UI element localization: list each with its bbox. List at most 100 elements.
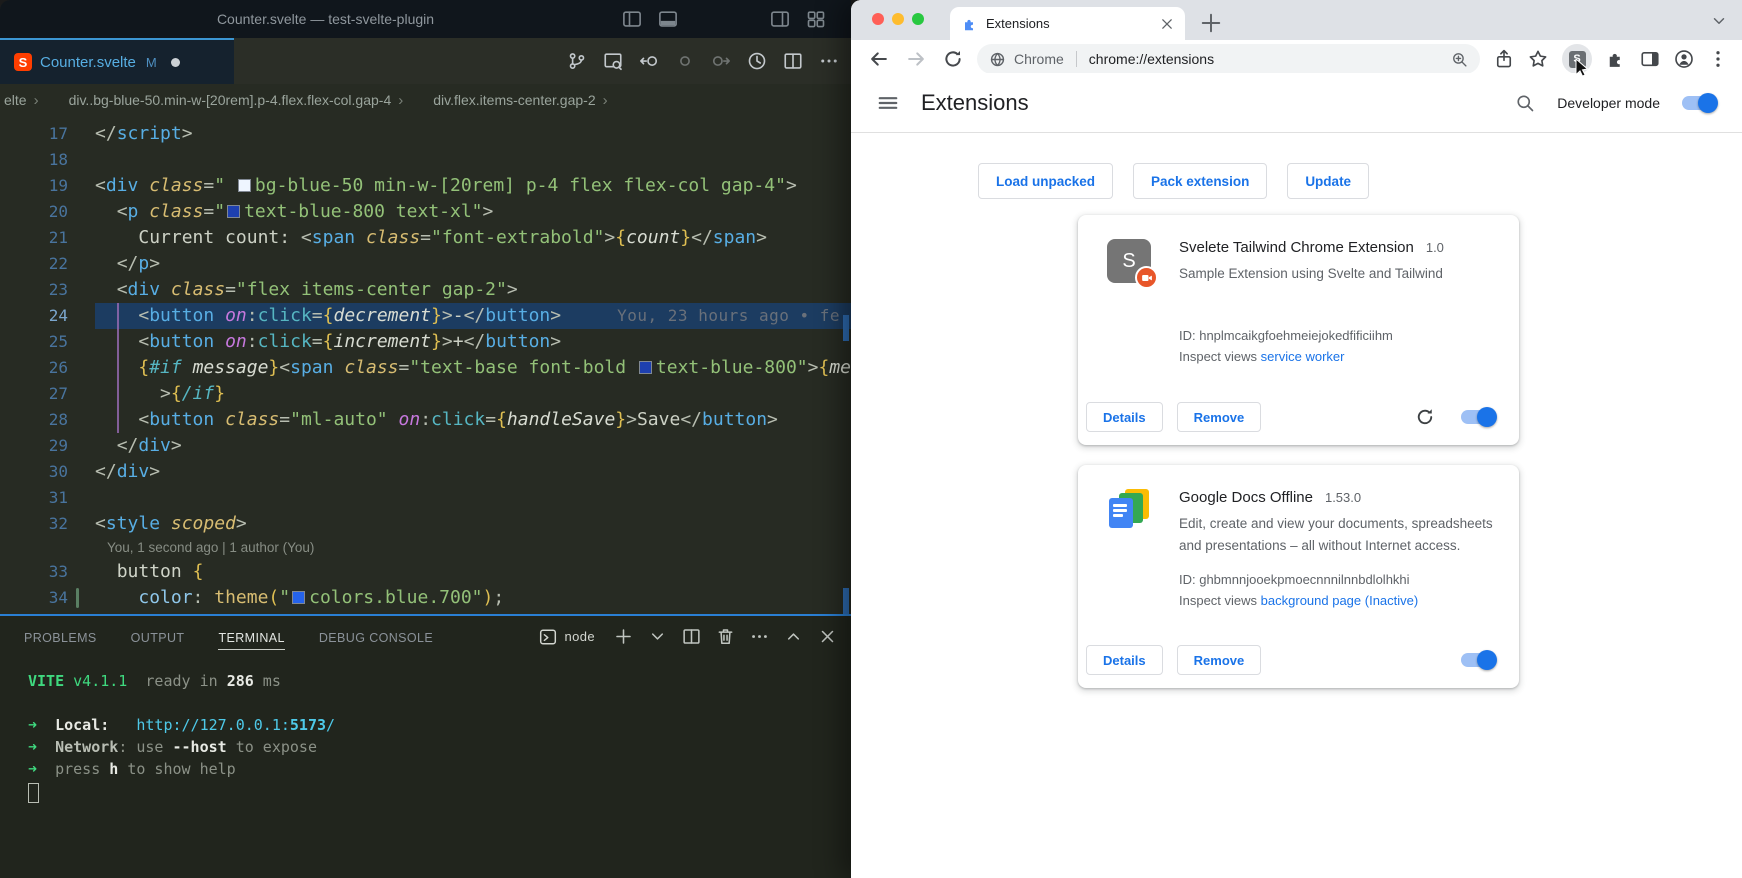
search-icon[interactable]: [1515, 93, 1535, 113]
bookmark-star-icon[interactable]: [1528, 49, 1548, 69]
extension-enabled-toggle[interactable]: [1461, 410, 1495, 424]
maximize-window-button[interactable]: [912, 13, 924, 25]
vscode-titlebar[interactable]: Counter.svelte — test-svelte-plugin: [0, 0, 851, 38]
code-line-18[interactable]: 18: [0, 147, 851, 173]
symbol-cube-icon: [46, 92, 62, 108]
layout-sidebar-icon[interactable]: [622, 9, 642, 29]
run-profile-icon[interactable]: [747, 51, 767, 71]
more-icon[interactable]: [750, 627, 769, 646]
code-line-32[interactable]: 32<style scoped>: [0, 511, 851, 537]
new-tab-button[interactable]: [1199, 11, 1223, 35]
chrome-tab-strip: Extensions: [851, 0, 1742, 40]
code-line-17[interactable]: 17</script>: [0, 121, 851, 147]
layout-panel-icon[interactable]: [658, 9, 678, 29]
breadcrumb-item[interactable]: elte: [4, 92, 27, 108]
url-text[interactable]: chrome://extensions: [1089, 51, 1443, 67]
code-line-22[interactable]: 22 </p>: [0, 251, 851, 277]
trash-icon[interactable]: [716, 627, 735, 646]
breadcrumb-item[interactable]: div.flex.items-center.gap-2: [433, 92, 595, 108]
minimize-window-button[interactable]: [892, 13, 904, 25]
code-line-21[interactable]: 21 Current count: <span class="font-extr…: [0, 225, 851, 251]
close-window-button[interactable]: [872, 13, 884, 25]
address-bar[interactable]: Chrome chrome://extensions: [977, 44, 1480, 74]
unsaved-dot-icon[interactable]: [171, 58, 180, 67]
browser-tab-extensions[interactable]: Extensions: [950, 7, 1185, 40]
avatar-icon[interactable]: [1674, 49, 1694, 69]
remove-button[interactable]: Remove: [1177, 645, 1262, 675]
code-line-31[interactable]: 31: [0, 485, 851, 511]
code-line-19[interactable]: 19<div class=" bg-blue-50 min-w-[20rem] …: [0, 173, 851, 199]
extensions-header: Extensions Developer mode: [851, 73, 1742, 132]
terminal-line: ➜ Network: use --host to expose: [28, 736, 851, 758]
tab-close-icon[interactable]: [1159, 16, 1175, 32]
source-control-icon[interactable]: [567, 51, 587, 71]
tab-problems[interactable]: PROBLEMS: [24, 631, 97, 645]
code-line-26[interactable]: 26 {#if message}<span class="text-base f…: [0, 355, 851, 381]
menu-icon[interactable]: [877, 92, 899, 114]
nav-forward-icon[interactable]: [711, 51, 731, 71]
editor-tab-bar: S Counter.svelte M: [0, 38, 851, 84]
load-unpacked-button[interactable]: Load unpacked: [978, 163, 1113, 199]
code-line-28[interactable]: 28 <button class="ml-auto" on:click={han…: [0, 407, 851, 433]
code-line-20[interactable]: 20 <p class="text-blue-800 text-xl">: [0, 199, 851, 225]
layout-grid-icon[interactable]: [806, 9, 826, 29]
code-editor[interactable]: 17</script>1819<div class=" bg-blue-50 m…: [0, 116, 851, 614]
chevron-down-icon[interactable]: [648, 627, 667, 646]
details-button[interactable]: Details: [1086, 645, 1163, 675]
inspect-views-label: Inspect views: [1179, 349, 1257, 364]
code-line-24[interactable]: 24 <button on:click={decrement}>-</butto…: [0, 303, 851, 329]
pack-extension-button[interactable]: Pack extension: [1133, 163, 1267, 199]
window-controls: [872, 13, 924, 25]
terminal-shell-entry[interactable]: node: [539, 628, 595, 646]
plus-icon[interactable]: [614, 627, 633, 646]
background-page-link[interactable]: background page (Inactive): [1261, 593, 1419, 608]
code-line-27[interactable]: 27 >{/if}: [0, 381, 851, 407]
site-info-icon[interactable]: [989, 51, 1006, 68]
forward-button[interactable]: [906, 49, 926, 69]
extensions-puzzle-icon[interactable]: [1606, 49, 1626, 69]
terminal-output[interactable]: VITE v4.1.1 ready in 286 ms ➜ Local: htt…: [0, 660, 851, 780]
layout-secondary-sidebar-icon[interactable]: [770, 9, 790, 29]
update-button[interactable]: Update: [1287, 163, 1369, 199]
codelens-annotation[interactable]: You, 1 second ago | 1 author (You): [0, 537, 851, 559]
nav-back-icon[interactable]: [639, 51, 659, 71]
card-footer: Details Remove: [1078, 389, 1519, 445]
details-button[interactable]: Details: [1086, 402, 1163, 432]
breadcrumb-item[interactable]: div..bg-blue-50.min-w-[20rem].p-4.flex.f…: [69, 92, 392, 108]
share-icon[interactable]: [1494, 49, 1514, 69]
code-line-30[interactable]: 30</div>: [0, 459, 851, 485]
kebab-menu-icon[interactable]: [1708, 49, 1728, 69]
back-button[interactable]: [869, 49, 889, 69]
window-title: Counter.svelte — test-svelte-plugin: [0, 0, 651, 38]
code-line-33[interactable]: 33 button {: [0, 559, 851, 585]
tab-debug-console[interactable]: DEBUG CONSOLE: [319, 631, 433, 645]
code-line-23[interactable]: 23 <div class="flex items-center gap-2">: [0, 277, 851, 303]
editor-tab-counter-svelte[interactable]: S Counter.svelte M: [0, 38, 234, 84]
split-editor-icon[interactable]: [783, 51, 803, 71]
tab-output[interactable]: OUTPUT: [131, 631, 185, 645]
close-icon[interactable]: [818, 627, 837, 646]
bottom-panel: PROBLEMS OUTPUT TERMINAL DEBUG CONSOLE n…: [0, 614, 851, 878]
refresh-extension-icon[interactable]: [1415, 407, 1435, 427]
split-panel-icon[interactable]: [682, 627, 701, 646]
side-panel-icon[interactable]: [1640, 49, 1660, 69]
service-worker-link[interactable]: service worker: [1261, 349, 1345, 364]
extension-s-button[interactable]: S: [1562, 44, 1592, 74]
chevron-up-icon[interactable]: [784, 627, 803, 646]
code-line-25[interactable]: 25 <button on:click={increment}>+</butto…: [0, 329, 851, 355]
shell-label: node: [564, 629, 595, 644]
code-line-29[interactable]: 29 </div>: [0, 433, 851, 459]
tab-search-chevron-icon[interactable]: [1710, 12, 1728, 30]
nav-circle-icon[interactable]: [675, 51, 695, 71]
tab-terminal[interactable]: TERMINAL: [218, 631, 284, 650]
zoom-icon[interactable]: [1451, 51, 1468, 68]
reload-button[interactable]: [943, 49, 963, 69]
remove-button[interactable]: Remove: [1177, 402, 1262, 432]
code-line-34[interactable]: 34 color: theme("colors.blue.700");: [0, 585, 851, 611]
open-preview-icon[interactable]: [603, 51, 623, 71]
extension-enabled-toggle[interactable]: [1461, 653, 1495, 667]
developer-mode-toggle[interactable]: [1682, 96, 1716, 110]
more-icon[interactable]: [819, 51, 839, 71]
color-swatch: [639, 361, 652, 374]
mouse-cursor-icon: [1575, 59, 1591, 79]
